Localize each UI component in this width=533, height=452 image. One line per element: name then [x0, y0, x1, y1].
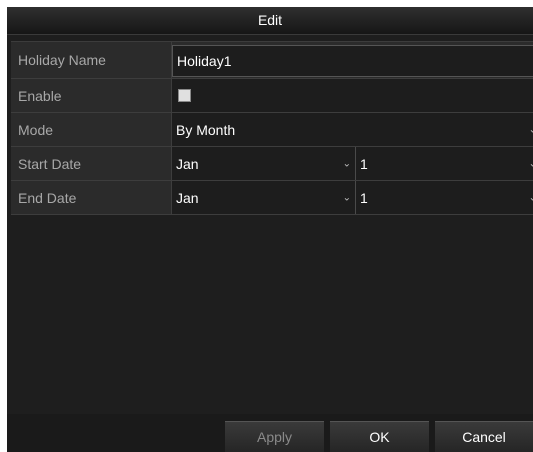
end-month-select[interactable]: Jan ⌄	[172, 181, 355, 214]
holiday-name-input[interactable]: Holiday1	[172, 45, 533, 77]
chevron-down-icon: ⌄	[528, 192, 533, 203]
mode-label: Mode	[11, 113, 172, 146]
dialog-title: Edit	[7, 7, 533, 35]
ok-button[interactable]: OK	[330, 421, 429, 452]
row-mode: Mode By Month ⌄	[11, 113, 533, 147]
holiday-name-label: Holiday Name	[11, 42, 172, 78]
row-holiday-name: Holiday Name Holiday1	[11, 42, 533, 79]
apply-button[interactable]: Apply	[225, 421, 324, 452]
end-day-value: 1	[360, 189, 368, 206]
start-day-value: 1	[360, 155, 368, 172]
row-end-date: End Date Jan ⌄ 1 ⌄	[11, 181, 533, 215]
mode-value: By Month	[176, 121, 236, 138]
start-month-value: Jan	[176, 155, 199, 172]
row-start-date: Start Date Jan ⌄ 1 ⌄	[11, 147, 533, 181]
end-month-value: Jan	[176, 189, 199, 206]
chevron-down-icon: ⌄	[342, 158, 351, 169]
mode-select[interactable]: By Month ⌄	[172, 113, 533, 146]
start-date-label: Start Date	[11, 147, 172, 180]
chevron-down-icon: ⌄	[342, 192, 351, 203]
row-enable: Enable	[11, 79, 533, 113]
end-date-label: End Date	[11, 181, 172, 214]
holiday-name-value: Holiday1	[177, 53, 232, 69]
chevron-down-icon: ⌄	[528, 158, 533, 169]
enable-field	[172, 79, 533, 112]
start-month-select[interactable]: Jan ⌄	[172, 147, 355, 180]
enable-label: Enable	[11, 79, 172, 112]
start-day-select[interactable]: 1 ⌄	[356, 147, 533, 180]
end-day-select[interactable]: 1 ⌄	[356, 181, 533, 214]
enable-checkbox[interactable]	[178, 89, 191, 102]
cancel-button[interactable]: Cancel	[435, 421, 533, 452]
holiday-form: Holiday Name Holiday1 Enable Mode By Mon…	[11, 41, 533, 215]
edit-dialog: Edit Holiday Name Holiday1 Enable Mode B…	[7, 7, 533, 452]
chevron-down-icon: ⌄	[528, 124, 533, 135]
